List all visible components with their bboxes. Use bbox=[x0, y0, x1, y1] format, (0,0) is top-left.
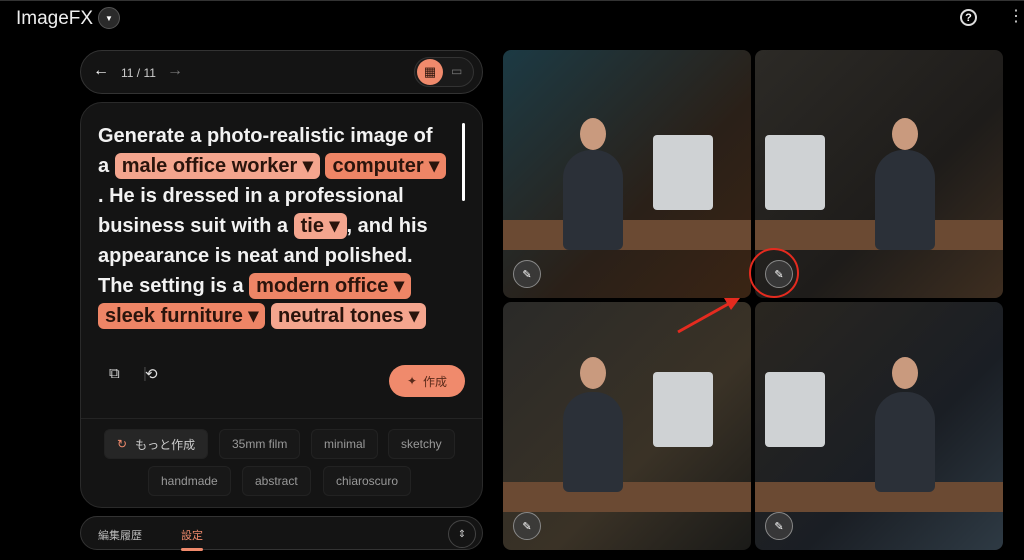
annotation-arrow bbox=[677, 298, 740, 334]
